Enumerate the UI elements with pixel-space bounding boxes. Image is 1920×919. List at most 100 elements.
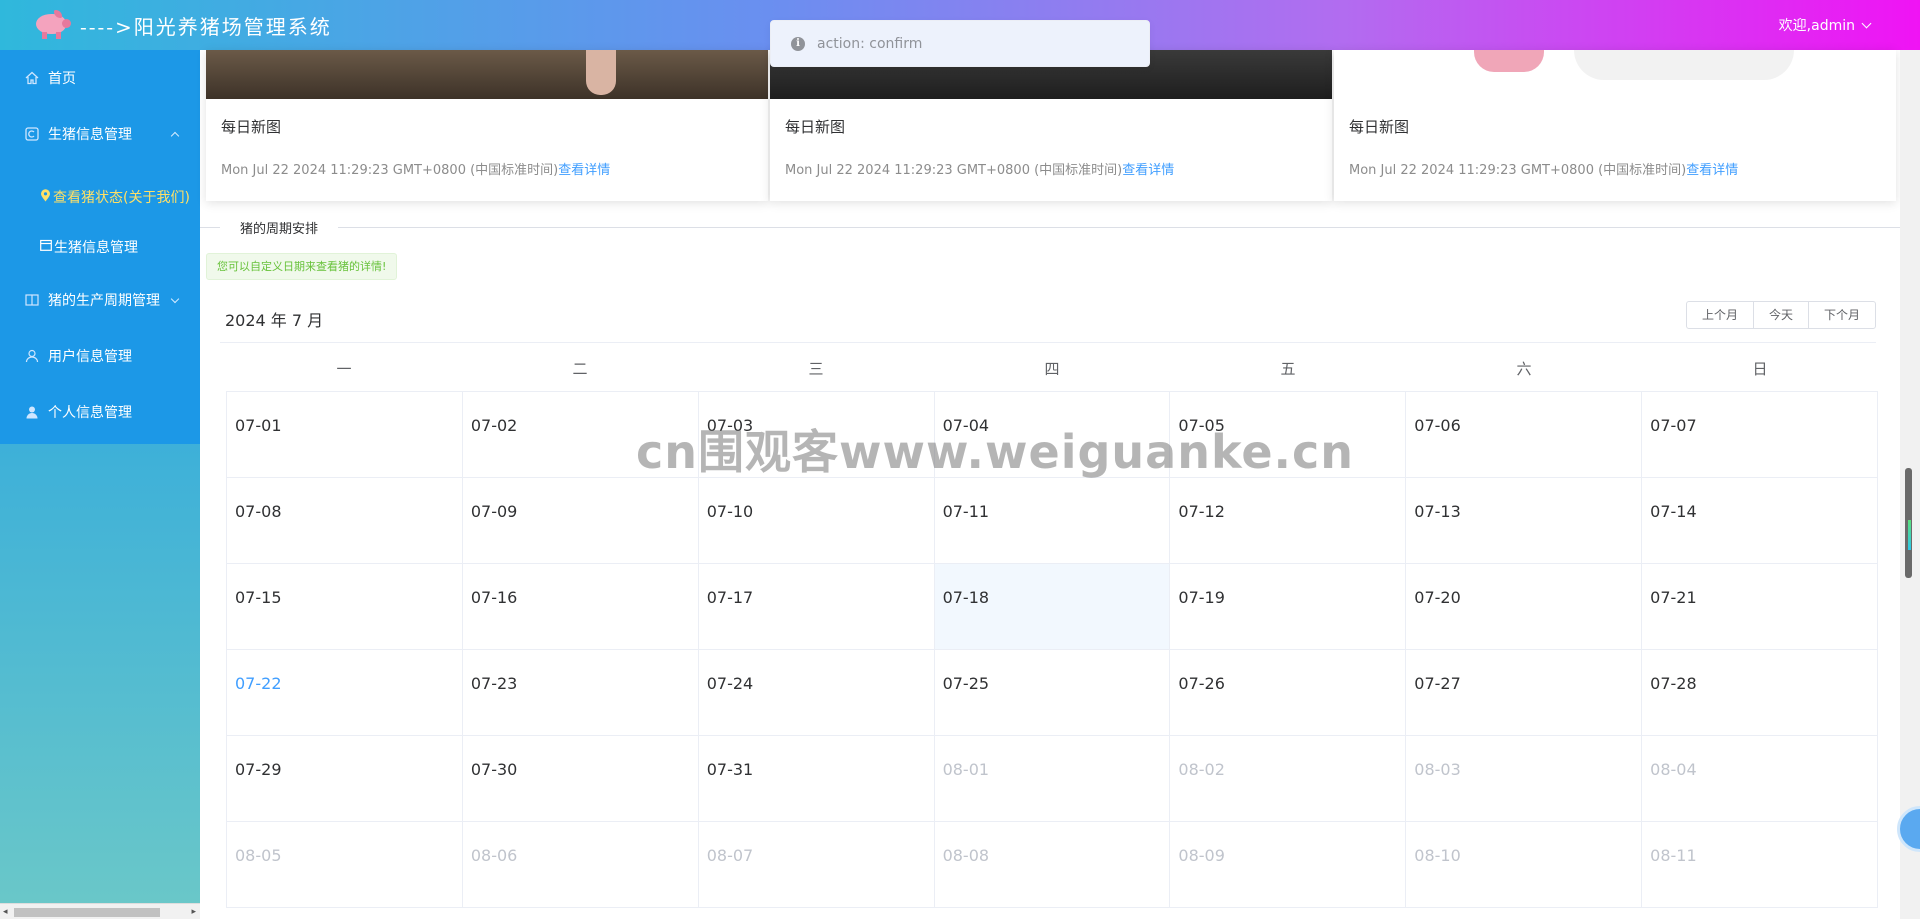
calendar-day-cell[interactable]: 08-09 bbox=[1170, 822, 1407, 908]
calendar-day-cell[interactable]: 07-05 bbox=[1170, 392, 1407, 478]
calendar-day-cell[interactable]: 07-30 bbox=[462, 736, 699, 822]
card-meta: Mon Jul 22 2024 11:29:23 GMT+0800 (中国标准时… bbox=[221, 159, 768, 178]
home-icon bbox=[24, 70, 40, 86]
calendar-day-cell[interactable]: 08-02 bbox=[1170, 736, 1407, 822]
user-icon bbox=[24, 348, 40, 364]
calendar-day-cell[interactable]: 07-24 bbox=[698, 650, 935, 736]
sidebar-item-production-cycle[interactable]: 猪的生产周期管理 bbox=[0, 272, 200, 328]
calendar-day-cell[interactable]: 08-03 bbox=[1406, 736, 1643, 822]
chevron-down-icon bbox=[1861, 18, 1872, 28]
calendar-day-cell[interactable]: 07-04 bbox=[934, 392, 1171, 478]
calendar-day-cell[interactable]: 07-20 bbox=[1406, 564, 1643, 650]
scroll-right-icon[interactable]: ▸ bbox=[191, 907, 196, 917]
chevron-up-icon bbox=[170, 131, 180, 141]
next-month-button[interactable]: 下个月 bbox=[1807, 301, 1876, 329]
calendar-day-cell[interactable]: 07-16 bbox=[462, 564, 699, 650]
page-vertical-scrollbar[interactable] bbox=[1900, 50, 1920, 919]
calendar-day-cell[interactable]: 07-06 bbox=[1406, 392, 1643, 478]
sidebar-item-label: 首页 bbox=[48, 71, 76, 87]
card-image bbox=[1334, 50, 1896, 99]
calendar-day-cell[interactable]: 08-10 bbox=[1406, 822, 1643, 908]
sidebar-item-users[interactable]: 用户信息管理 bbox=[0, 328, 200, 384]
calendar-day-cell[interactable]: 08-04 bbox=[1642, 736, 1878, 822]
sidebar-item-pig-status[interactable]: 查看猪状态(关于我们) bbox=[0, 172, 200, 222]
weekday-label: 二 bbox=[572, 360, 588, 378]
weekday-label: 一 bbox=[336, 360, 352, 378]
card-title: 每日新图 bbox=[785, 118, 846, 136]
calendar-day-cell[interactable]: 07-11 bbox=[934, 478, 1171, 564]
today-button[interactable]: 今天 bbox=[1752, 301, 1809, 329]
card-title: 每日新图 bbox=[1349, 118, 1410, 136]
section-divider bbox=[200, 227, 1900, 228]
weekday-label: 五 bbox=[1280, 360, 1296, 378]
sidebar-item-profile[interactable]: 个人信息管理 bbox=[0, 384, 200, 440]
calendar-day-cell[interactable]: 07-28 bbox=[1642, 650, 1878, 736]
weekday-label: 六 bbox=[1516, 360, 1532, 378]
view-details-link[interactable]: 查看详情 bbox=[1686, 163, 1738, 178]
main-content: 每日新图 Mon Jul 22 2024 11:29:23 GMT+0800 (… bbox=[200, 50, 1900, 919]
calendar-day-cell[interactable]: 07-31 bbox=[698, 736, 935, 822]
news-card: 每日新图 Mon Jul 22 2024 11:29:23 GMT+0800 (… bbox=[206, 50, 768, 201]
calendar-day-cell[interactable]: 08-11 bbox=[1642, 822, 1878, 908]
card-image bbox=[206, 50, 768, 99]
calendar-day-cell[interactable]: 07-19 bbox=[1170, 564, 1407, 650]
calendar-day-cell[interactable]: 07-01 bbox=[227, 392, 463, 478]
card-meta: Mon Jul 22 2024 11:29:23 GMT+0800 (中国标准时… bbox=[1349, 159, 1896, 178]
calendar-day-cell[interactable]: 08-06 bbox=[462, 822, 699, 908]
calendar-day-cell[interactable]: 08-08 bbox=[934, 822, 1171, 908]
book-icon bbox=[24, 292, 40, 308]
sidebar-item-label: 生猪信息管理 bbox=[48, 127, 132, 143]
card-title: 每日新图 bbox=[221, 118, 282, 136]
calendar-day-cell[interactable]: 07-03 bbox=[698, 392, 935, 478]
scrollbar-thumb[interactable] bbox=[14, 908, 160, 917]
calendar-day-cell[interactable]: 07-17 bbox=[698, 564, 935, 650]
sidebar-horizontal-scrollbar[interactable]: ◂ ▸ bbox=[0, 903, 200, 919]
calendar-day-cell[interactable]: 07-27 bbox=[1406, 650, 1643, 736]
calendar-day-cell[interactable]: 07-25 bbox=[934, 650, 1171, 736]
calendar-day-cell[interactable]: 07-14 bbox=[1642, 478, 1878, 564]
sidebar-item-label: 个人信息管理 bbox=[48, 405, 132, 421]
calendar-day-cell[interactable]: 07-02 bbox=[462, 392, 699, 478]
calendar-day-cell[interactable]: 07-22 bbox=[227, 650, 463, 736]
sidebar: 首页 生猪信息管理 查看猪状态(关于我们) 生猪信息管理 猪的生产周期管理 用户… bbox=[0, 50, 200, 919]
calendar-day-cell[interactable]: 08-07 bbox=[698, 822, 935, 908]
prev-month-button[interactable]: 上个月 bbox=[1685, 301, 1754, 329]
calendar-day-cell[interactable]: 07-23 bbox=[462, 650, 699, 736]
calendar-icon bbox=[40, 239, 52, 255]
calendar-day-cell[interactable]: 07-26 bbox=[1170, 650, 1407, 736]
user-greeting: 欢迎,admin bbox=[1778, 18, 1855, 34]
calendar-day-cell[interactable]: 07-21 bbox=[1642, 564, 1878, 650]
calendar-day-cell[interactable]: 07-07 bbox=[1642, 392, 1878, 478]
calendar-day-cell[interactable]: 07-09 bbox=[462, 478, 699, 564]
app-title: ---->阳光养猪场管理系统 bbox=[80, 14, 332, 39]
calendar-day-cell[interactable]: 07-10 bbox=[698, 478, 935, 564]
sidebar-item-pig-manage[interactable]: 生猪信息管理 bbox=[0, 222, 200, 272]
calendar-day-cell[interactable]: 07-15 bbox=[227, 564, 463, 650]
calendar-weekdays: 一 二 三 四 五 六 日 bbox=[226, 354, 1878, 384]
calendar-day-cell[interactable]: 07-29 bbox=[227, 736, 463, 822]
news-card: 每日新图 Mon Jul 22 2024 11:29:23 GMT+0800 (… bbox=[770, 50, 1332, 201]
calendar-day-cell[interactable]: 07-08 bbox=[227, 478, 463, 564]
sidebar-item-home[interactable]: 首页 bbox=[0, 50, 200, 106]
calendar-title: 2024 年 7 月 bbox=[225, 311, 324, 330]
message-toast: i action: confirm bbox=[770, 20, 1150, 67]
view-details-link[interactable]: 查看详情 bbox=[558, 163, 610, 178]
c-square-icon bbox=[24, 126, 40, 142]
card-date: Mon Jul 22 2024 11:29:23 GMT+0800 (中国标准时… bbox=[221, 163, 559, 178]
calendar-day-cell[interactable]: 07-13 bbox=[1406, 478, 1643, 564]
view-details-link[interactable]: 查看详情 bbox=[1122, 163, 1174, 178]
pig-logo-icon bbox=[34, 10, 72, 40]
calendar-header: 2024 年 7 月 上个月 今天 下个月 bbox=[220, 291, 1876, 343]
calendar-day-cell[interactable]: 07-18 bbox=[934, 564, 1171, 650]
calendar-day-cell[interactable]: 08-05 bbox=[227, 822, 463, 908]
scroll-left-icon[interactable]: ◂ bbox=[3, 907, 8, 917]
weekday-label: 四 bbox=[1044, 360, 1060, 378]
user-menu[interactable]: 欢迎,admin bbox=[1778, 15, 1872, 35]
toast-message: action: confirm bbox=[817, 35, 923, 52]
sidebar-item-pig-info[interactable]: 生猪信息管理 bbox=[0, 106, 200, 162]
weekday-label: 三 bbox=[808, 360, 824, 378]
calendar-day-cell[interactable]: 08-01 bbox=[934, 736, 1171, 822]
card-date: Mon Jul 22 2024 11:29:23 GMT+0800 (中国标准时… bbox=[785, 163, 1123, 178]
weekday-label: 日 bbox=[1752, 360, 1768, 378]
calendar-day-cell[interactable]: 07-12 bbox=[1170, 478, 1407, 564]
